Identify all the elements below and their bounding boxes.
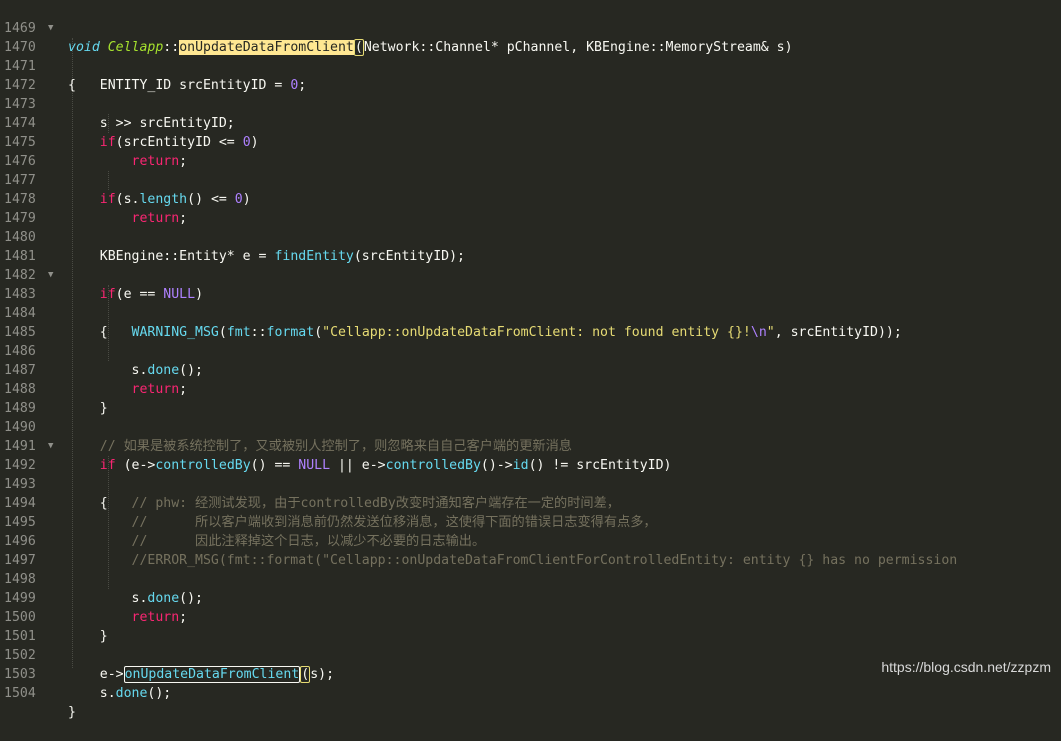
- code-line: 1474 if(srcEntityID <= 0): [0, 95, 1061, 150]
- code-line: 1494 // 所以客户端收到消息前仍然发送位移消息，这使得下面的错误日志变得有…: [0, 475, 1061, 530]
- code-line: 1476: [0, 133, 1061, 169]
- code-line: 1495 // 因此注释掉这个日志，以减少不必要的日志输出。: [0, 494, 1061, 549]
- code-line: 1477 if(s.length() <= 0): [0, 152, 1061, 207]
- code-line: 1496 //ERROR_MSG(fmt::format("Cellapp::o…: [0, 513, 1061, 568]
- code-line: 1484 WARNING_MSG(fmt::format("Cellapp::o…: [0, 285, 1061, 340]
- code-line: 1483 ▼ {: [0, 266, 1061, 340]
- code-token: }: [68, 705, 76, 720]
- code-line: 1501: [0, 608, 1061, 644]
- line-code[interactable]: }: [68, 703, 76, 722]
- code-line: 1470 ▼ {: [0, 19, 1061, 93]
- code-line: 1489: [0, 380, 1061, 416]
- code-line: 1478 return;: [0, 171, 1061, 226]
- code-line: 1500 }: [0, 589, 1061, 644]
- code-line: 1491 if (e->controlledBy() == NULL || e-…: [0, 418, 1061, 473]
- fold-arrow-icon[interactable]: ▼: [48, 266, 53, 285]
- code-line: 1472: [0, 57, 1061, 93]
- code-token: ();: [147, 686, 172, 701]
- code-line: 1471 ENTITY_ID srcEntityID = 0;: [0, 38, 1061, 93]
- code-line: 1490 // 如果是被系统控制了，又或被别人控制了，则忽略来自自己客户端的更新…: [0, 399, 1061, 454]
- watermark-url: https://blog.csdn.net/zzpzm: [881, 659, 1051, 675]
- function-token: done: [115, 686, 148, 701]
- code-line: 1498 s.done();: [0, 551, 1061, 606]
- code-line: 1502 e->onUpdateDataFromClient (s);: [0, 627, 1061, 683]
- code-line: 1480 KBEngine::Entity* e = findEntity(sr…: [0, 209, 1061, 264]
- fold-arrow-icon[interactable]: ▼: [48, 19, 53, 38]
- code-line: 1492 ▼ {: [0, 437, 1061, 511]
- fold-arrow-icon[interactable]: ▼: [48, 437, 53, 456]
- code-line: 1486 s.done();: [0, 323, 1061, 378]
- code-editor[interactable]: 1469 void Cellapp::onUpdateDataFromClien…: [0, 0, 1061, 720]
- code-line: 1493 // phw: 经测试发现，由于controlledBy改变时通知客户…: [0, 456, 1061, 511]
- code-line: 1475 return;: [0, 114, 1061, 169]
- code-line: 1487 return;: [0, 342, 1061, 397]
- code-line: 1499 return;: [0, 570, 1061, 625]
- code-line: 1497: [0, 532, 1061, 568]
- code-line: 1485: [0, 304, 1061, 340]
- code-line: 1482 if(e == NULL): [0, 247, 1061, 302]
- code-line: 1479: [0, 190, 1061, 226]
- code-line: 1469 void Cellapp::onUpdateDataFromClien…: [0, 0, 1061, 56]
- code-line: 1481: [0, 228, 1061, 264]
- code-token: s.: [68, 686, 116, 701]
- code-line: 1473 s >> srcEntityID;: [0, 76, 1061, 131]
- code-line: 1488 }: [0, 361, 1061, 416]
